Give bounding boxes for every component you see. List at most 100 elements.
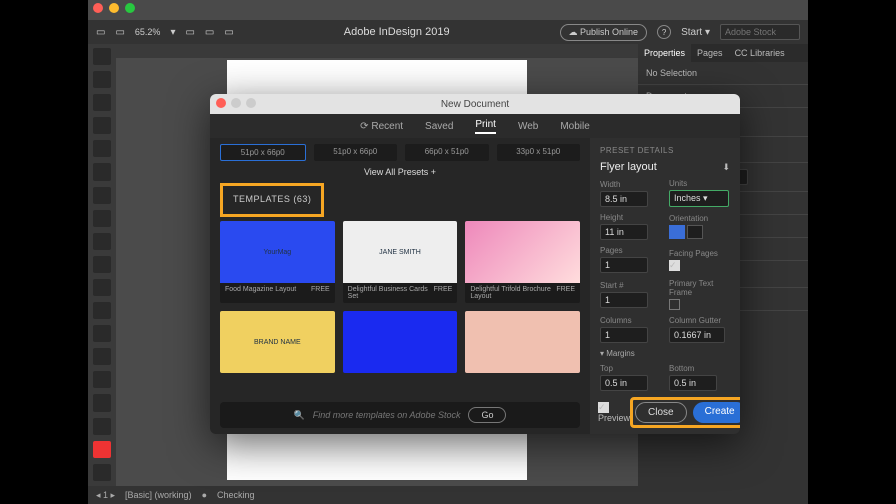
status-checking[interactable]: Checking	[217, 490, 255, 500]
home-icon[interactable]: ▭	[96, 27, 105, 38]
landscape-icon[interactable]	[687, 225, 703, 239]
dialog-titlebar: New Document	[210, 94, 740, 114]
view-icon2[interactable]: ▭	[205, 27, 214, 38]
stock-search-bar: 🔍 Find more templates on Adobe Stock Go	[220, 402, 580, 428]
page-tool-icon[interactable]	[93, 94, 111, 111]
color-theme-tool-icon[interactable]	[93, 464, 111, 481]
stock-search-placeholder[interactable]: Find more templates on Adobe Stock	[313, 410, 461, 420]
columns-input[interactable]: 1	[600, 327, 648, 343]
template-card[interactable]	[343, 311, 458, 373]
type-tool-icon[interactable]	[93, 140, 111, 157]
bottom-input[interactable]: 0.5 in	[669, 375, 717, 391]
template-card[interactable]: JANE SMITH Delightful Business Cards Set…	[343, 221, 458, 303]
eyedropper-tool-icon[interactable]	[93, 371, 111, 388]
tab-pages[interactable]: Pages	[691, 44, 729, 62]
dialog-title: New Document	[441, 99, 509, 110]
rect-frame-tool-icon[interactable]	[93, 233, 111, 250]
templates-header-highlight: TEMPLATES (63)	[220, 183, 324, 217]
fill-stroke-icon[interactable]	[93, 441, 111, 458]
gradient-tool-icon[interactable]	[93, 325, 111, 342]
tab-recent[interactable]: ⟳ Recent	[360, 121, 403, 132]
transform-tool-icon[interactable]	[93, 302, 111, 319]
top-label: Top	[600, 364, 661, 373]
facing-checkbox[interactable]: ✓	[669, 260, 680, 271]
selection-heading: No Selection	[638, 62, 808, 85]
hand-tool-icon[interactable]	[93, 394, 111, 411]
app-title: Adobe InDesign 2019	[244, 26, 550, 38]
tab-cc-libraries[interactable]: CC Libraries	[729, 44, 791, 62]
mac-traffic-lights	[93, 3, 135, 13]
pages-input[interactable]: 1	[600, 257, 648, 273]
pen-tool-icon[interactable]	[93, 187, 111, 204]
scissors-tool-icon[interactable]	[93, 279, 111, 296]
zoom-tool-icon[interactable]	[93, 418, 111, 435]
direct-select-tool-icon[interactable]	[93, 71, 111, 88]
go-button[interactable]: Go	[468, 407, 506, 423]
line-tool-icon[interactable]	[93, 163, 111, 180]
preview-label: Preview	[598, 413, 630, 423]
menubar	[88, 0, 808, 20]
zoom-level[interactable]: 65.2%	[135, 27, 161, 37]
close-button[interactable]: Close	[635, 402, 687, 423]
units-select[interactable]: Inches ▾	[669, 190, 729, 207]
pencil-tool-icon[interactable]	[93, 210, 111, 227]
zoom-window-icon[interactable]	[125, 3, 135, 13]
app-top-bar: ▭ ▭ 65.2% ▾ ▭ ▭ ▭ Adobe InDesign 2019 ☁ …	[88, 20, 808, 44]
tab-mobile[interactable]: Mobile	[560, 121, 589, 132]
close-window-icon[interactable]	[93, 3, 103, 13]
units-label: Units	[669, 179, 730, 188]
adobe-stock-search[interactable]	[720, 24, 800, 40]
start-dropdown[interactable]: Start ▾	[681, 27, 710, 38]
template-price: FREE	[434, 286, 453, 300]
selection-tool-icon[interactable]	[93, 48, 111, 65]
status-page-nav[interactable]: ◂ 1 ▸	[96, 490, 115, 501]
dialog-close-icon[interactable]	[216, 98, 226, 108]
minimize-window-icon[interactable]	[109, 3, 119, 13]
preset-1[interactable]: 51p0 x 66p0	[220, 144, 306, 161]
margins-label[interactable]: Margins	[606, 349, 634, 358]
gutter-input[interactable]: 0.1667 in	[669, 327, 725, 343]
tab-print[interactable]: Print	[475, 119, 496, 134]
start-input[interactable]: 1	[600, 292, 648, 308]
ptf-label: Primary Text Frame	[669, 279, 730, 297]
panel-tab-row: Properties Pages CC Libraries	[638, 44, 808, 62]
height-input[interactable]: 11 in	[600, 224, 648, 240]
bridge-icon[interactable]: ▭	[115, 27, 124, 38]
preview-checkbox[interactable]: ✓	[598, 402, 609, 413]
columns-label: Columns	[600, 316, 661, 325]
template-name: Delightful Trifold Brochure Layout	[470, 286, 556, 300]
template-card[interactable]: BRAND NAME	[220, 311, 335, 373]
portrait-icon[interactable]	[669, 225, 685, 239]
view-all-presets-link[interactable]: View All Presets +	[220, 167, 580, 177]
ptf-checkbox[interactable]	[669, 299, 680, 310]
template-thumbnail	[465, 311, 580, 373]
template-card[interactable]	[465, 311, 580, 373]
template-card[interactable]: Delightful Trifold Brochure LayoutFREE	[465, 221, 580, 303]
status-basic[interactable]: [Basic] (working)	[125, 490, 192, 500]
publish-online-button[interactable]: ☁ Publish Online	[560, 24, 648, 41]
preset-3[interactable]: 66p0 x 51p0	[405, 144, 489, 161]
tab-saved[interactable]: Saved	[425, 121, 453, 132]
template-name: Food Magazine Layout	[225, 286, 296, 293]
tab-properties[interactable]: Properties	[638, 44, 691, 62]
template-card[interactable]: YourMag Food Magazine LayoutFREE	[220, 221, 335, 303]
create-button[interactable]: Create	[693, 402, 740, 423]
save-preset-icon[interactable]: ⬇	[722, 162, 730, 173]
gutter-label: Column Gutter	[669, 316, 730, 325]
new-document-dialog: New Document ⟳ Recent Saved Print Web Mo…	[210, 94, 740, 434]
view-icon[interactable]: ▭	[185, 27, 194, 38]
width-input[interactable]: 8.5 in	[600, 191, 648, 207]
top-input[interactable]: 0.5 in	[600, 375, 648, 391]
template-thumbnail: YourMag	[220, 221, 335, 283]
preset-4[interactable]: 33p0 x 51p0	[497, 144, 581, 161]
arrange-icon[interactable]: ▭	[224, 27, 233, 38]
template-price: FREE	[556, 286, 575, 300]
gap-tool-icon[interactable]	[93, 117, 111, 134]
preset-name[interactable]: Flyer layout	[600, 161, 657, 173]
note-tool-icon[interactable]	[93, 348, 111, 365]
help-icon[interactable]: ?	[657, 25, 671, 39]
preset-2[interactable]: 51p0 x 66p0	[314, 144, 398, 161]
tab-web[interactable]: Web	[518, 121, 538, 132]
width-label: Width	[600, 180, 661, 189]
rect-tool-icon[interactable]	[93, 256, 111, 273]
